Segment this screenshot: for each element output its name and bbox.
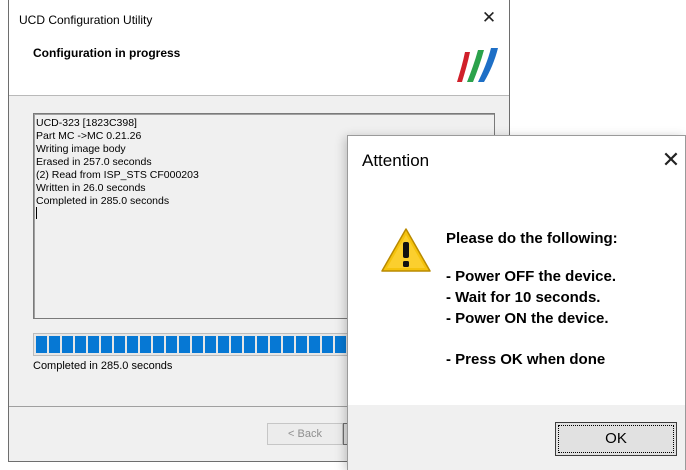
log-line: (2) Read from ISP_STS CF000203: [36, 169, 199, 181]
progress-segment: [296, 336, 307, 353]
progress-segment: [231, 336, 242, 353]
progress-segment: [127, 336, 138, 353]
instruction-line: - Power ON the device.: [446, 310, 609, 327]
progress-segment: [49, 336, 60, 353]
progress-segment: [36, 336, 47, 353]
progress-segment: [88, 336, 99, 353]
progress-segment: [114, 336, 125, 353]
progress-segment: [322, 336, 333, 353]
main-close-icon[interactable]: ✕: [479, 8, 499, 28]
log-line: Written in 26.0 seconds: [36, 182, 146, 194]
progress-segment: [179, 336, 190, 353]
text-caret: [36, 207, 37, 219]
progress-segment: [309, 336, 320, 353]
log-line: Writing image body: [36, 143, 126, 155]
log-line: Completed in 285.0 seconds: [36, 195, 170, 207]
progress-status: Completed in 285.0 seconds: [33, 360, 173, 372]
dialog-footer: OK: [348, 405, 685, 470]
warning-icon: [381, 228, 431, 272]
instruction-line: - Power OFF the device.: [446, 268, 617, 285]
app-logo-icon: [457, 48, 498, 82]
progress-segment: [205, 336, 216, 353]
progress-segment: [140, 336, 151, 353]
progress-segment: [75, 336, 86, 353]
log-line: UCD-323 [1823C398]: [36, 117, 137, 129]
progress-segment: [153, 336, 164, 353]
progress-segment: [218, 336, 229, 353]
dialog-close-icon[interactable]: ✕: [657, 146, 685, 174]
progress-segment: [101, 336, 112, 353]
main-titlebar[interactable]: UCD Configuration Utility ✕: [9, 0, 509, 40]
progress-segment: [166, 336, 177, 353]
ok-button[interactable]: OK: [555, 422, 677, 456]
instruction-line: - Wait for 10 seconds.: [446, 289, 601, 306]
progress-segment: [244, 336, 255, 353]
attention-dialog: Attention ✕ Please do the following: - P…: [347, 135, 686, 470]
log-line: Part MC ->MC 0.21.26: [36, 130, 142, 142]
log-line: Erased in 257.0 seconds: [36, 156, 152, 168]
ok-button-label: OK: [558, 425, 674, 453]
instruction-line: - Press OK when done: [446, 351, 606, 368]
instruction-heading: Please do the following:: [446, 230, 618, 247]
main-window-title: UCD Configuration Utility: [19, 13, 153, 27]
main-header: Configuration in progress: [9, 40, 509, 96]
page-heading: Configuration in progress: [33, 46, 181, 60]
progress-segment: [283, 336, 294, 353]
progress-segment: [270, 336, 281, 353]
dialog-title: Attention: [362, 151, 430, 170]
progress-segment: [62, 336, 73, 353]
back-button[interactable]: < Back: [267, 423, 343, 445]
progress-segment: [192, 336, 203, 353]
progress-segment: [335, 336, 346, 353]
progress-segment: [257, 336, 268, 353]
